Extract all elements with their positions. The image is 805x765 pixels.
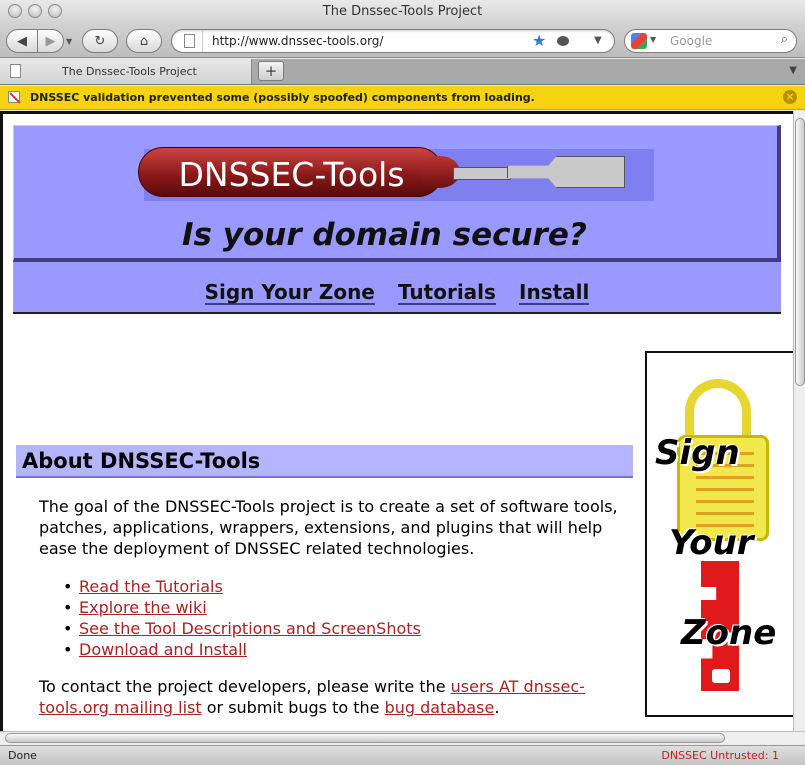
zone-word: Zone [681, 613, 777, 653]
forward-button[interactable]: ▶ [38, 29, 64, 53]
back-arrow-icon: ◀ [17, 33, 27, 49]
header-banner: DNSSEC-Tools Is your domain secure? [13, 125, 781, 262]
search-icon[interactable]: ⌕ [781, 32, 788, 47]
home-icon: ⌂ [139, 33, 149, 49]
title-bar: The Dnssec-Tools Project [0, 0, 805, 24]
contact-paragraph: To contact the project developers, pleas… [39, 676, 629, 718]
screwdriver-shaft [453, 167, 511, 180]
reload-icon: ↻ [94, 33, 106, 49]
link-download-install[interactable]: Download and Install [79, 640, 247, 659]
reload-button[interactable]: ↻ [82, 29, 118, 53]
about-heading: About DNSSEC-Tools [16, 445, 633, 478]
tab-label: The Dnssec-Tools Project [62, 65, 197, 78]
history-dropdown-icon[interactable]: ▼ [66, 37, 72, 46]
tab-list-icon[interactable]: ▼ [789, 65, 797, 76]
list-item: Read the Tutorials [63, 576, 421, 597]
your-word: Your [669, 523, 754, 563]
vertical-scroll-thumb[interactable] [795, 118, 805, 386]
nav-link-sign-your-zone[interactable]: Sign Your Zone [204, 281, 375, 305]
bug-database-link[interactable]: bug database [385, 698, 495, 717]
horizontal-scroll-thumb[interactable] [5, 733, 725, 743]
home-button[interactable]: ⌂ [126, 29, 162, 53]
engine-dropdown-icon[interactable]: ▼ [650, 35, 656, 44]
search-input[interactable]: Google [670, 34, 712, 48]
sign-your-zone-ad[interactable]: Sign Your Zone [645, 351, 793, 717]
list-item: Explore the wiki [63, 597, 421, 618]
list-item: Download and Install [63, 639, 421, 660]
blocked-content-icon [8, 91, 20, 103]
url-text[interactable]: http://www.dnssec-tools.org/ [212, 34, 383, 48]
logo-text: DNSSEC-Tools [178, 155, 405, 194]
contact-prefix: To contact the project developers, pleas… [39, 677, 451, 696]
contact-middle: or submit bugs to the [201, 698, 385, 717]
site-identity-icon[interactable] [184, 34, 195, 48]
list-item: See the Tool Descriptions and ScreenShot… [63, 618, 421, 639]
new-tab-button[interactable]: + [258, 61, 284, 81]
tab-strip: The Dnssec-Tools Project + ▼ [0, 59, 805, 85]
url-bar[interactable]: http://www.dnssec-tools.org/ ★ ▼ [171, 29, 615, 53]
status-text: Done [8, 749, 37, 762]
navigation-toolbar: ◀ ▶ ▼ ↻ ⌂ http://www.dnssec-tools.org/ ★… [0, 24, 805, 58]
nav-link-tutorials[interactable]: Tutorials [397, 281, 496, 305]
about-paragraph: The goal of the DNSSEC-Tools project is … [39, 497, 618, 558]
link-read-tutorials[interactable]: Read the Tutorials [79, 577, 223, 596]
bookmark-star-icon[interactable]: ★ [532, 31, 546, 50]
horizontal-scrollbar[interactable] [0, 731, 805, 744]
search-box[interactable]: ▼ Google ⌕ [624, 29, 797, 53]
url-divider [202, 30, 203, 52]
sign-word: Sign [655, 433, 740, 473]
contact-suffix: . [494, 698, 500, 717]
dnssec-status-text[interactable]: DNSSEC Untrusted: 1 [661, 749, 779, 762]
dnssec-status-icon[interactable] [557, 36, 569, 46]
page-icon [10, 64, 21, 78]
tagline: Is your domain secure? [182, 217, 587, 253]
site-nav: Sign Your Zone Tutorials Install [13, 262, 781, 314]
forward-arrow-icon: ▶ [45, 33, 56, 49]
dnssec-notification-bar: DNSSEC validation prevented some (possib… [0, 86, 805, 110]
link-tool-descriptions[interactable]: See the Tool Descriptions and ScreenShot… [79, 619, 421, 638]
quick-links: Read the Tutorials Explore the wiki See … [63, 576, 421, 660]
close-icon[interactable]: × [783, 90, 797, 104]
back-button[interactable]: ◀ [6, 29, 38, 53]
url-dropdown-icon[interactable]: ▼ [594, 35, 602, 46]
screwdriver-handle: DNSSEC-Tools [138, 147, 460, 197]
page-content: DNSSEC-Tools Is your domain secure? Sign… [0, 111, 793, 731]
status-bar: Done DNSSEC Untrusted: 1 [0, 745, 805, 765]
window-title: The Dnssec-Tools Project [322, 4, 483, 19]
vertical-scrollbar[interactable] [793, 111, 805, 731]
google-engine-icon[interactable] [631, 33, 647, 49]
nav-link-install[interactable]: Install [519, 281, 590, 305]
notification-text: DNSSEC validation prevented some (possib… [30, 91, 535, 104]
link-explore-wiki[interactable]: Explore the wiki [79, 598, 207, 617]
tab-dnssec-tools[interactable]: The Dnssec-Tools Project [0, 59, 252, 84]
